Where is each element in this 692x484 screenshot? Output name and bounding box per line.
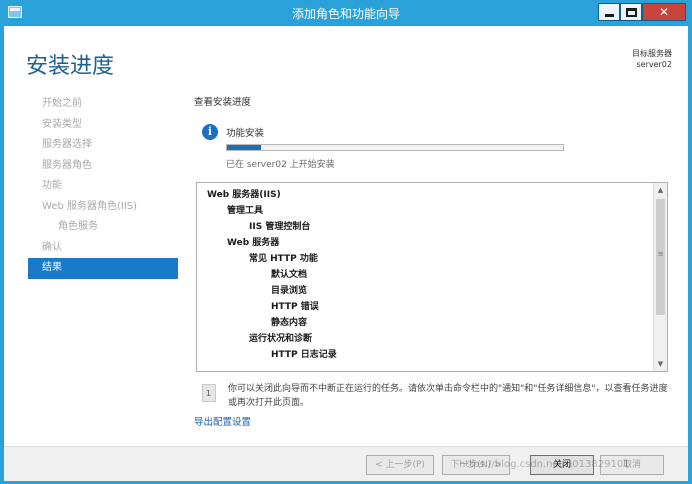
progress-fill [227,145,261,150]
nav-item-server-roles: 服务器角色 [42,159,92,171]
install-status-text: 已在 server02 上开始安装 [226,160,335,170]
info-icon: i [202,124,218,140]
tree-item: 默认文档 [271,270,308,280]
export-configuration-link[interactable]: 导出配置设置 [194,414,251,428]
notification-flag-icon [202,384,216,402]
previous-button[interactable]: < 上一步(P) [366,455,434,475]
tree-item: 管理工具 [227,206,264,216]
tree-item: HTTP 日志记录 [271,350,337,360]
window-title: 添加角色和功能向导 [291,7,400,21]
nav-item-installation-type: 安装类型 [42,118,82,130]
nav-item-server-selection: 服务器选择 [42,139,92,150]
nav-item-confirmation: 确认 [42,241,62,253]
tree-item: 常见 HTTP 功能 [249,254,318,264]
tree-item: IIS 管理控制台 [249,222,311,232]
scroll-thumb[interactable]: ≡ [656,199,665,315]
target-server-name: server02 [636,60,672,69]
maximize-icon [626,8,637,17]
nav-item-features: 功能 [42,180,62,191]
target-server-label: 目标服务器 [632,49,672,58]
scroll-up-icon[interactable]: ▲ [654,183,667,197]
minimize-button[interactable] [598,3,620,21]
watermark-text: https://blog.csdn.net/u013829101 [459,459,630,470]
title-bar[interactable]: 添加角色和功能向导 ✕ [0,0,692,26]
tree-item: Web 服务器(IIS) [207,190,281,200]
wizard-footer: < 上一步(P) 下一步(N) > 关闭 取消 https://blog.csd… [4,446,688,481]
minimize-icon [605,14,614,17]
wizard-client-area: 安装进度 目标服务器 server02 开始之前 安装类型 服务器选择 服务器角… [4,26,688,481]
results-scrollbar[interactable]: ▲ ≡ ▼ [653,183,667,371]
tree-item: HTTP 错误 [271,302,319,312]
feature-install-label: 功能安装 [226,128,265,139]
maximize-button[interactable] [620,3,642,21]
section-heading: 查看安装进度 [194,97,252,108]
grip-icon: ≡ [657,250,664,258]
scroll-down-icon[interactable]: ▼ [654,357,667,371]
nav-item-web-server-role: Web 服务器角色(IIS) [42,200,138,212]
nav-item-role-services: 角色服务 [58,221,98,232]
close-icon: ✕ [658,5,670,19]
wizard-window: 添加角色和功能向导 ✕ 安装进度 目标服务器 server02 开始之前 安装类… [0,0,692,484]
tree-item: 目录浏览 [271,286,308,296]
results-list[interactable]: Web 服务器(IIS) 管理工具 IIS 管理控制台 Web 服务器 常见 H… [196,182,668,372]
page-title: 安装进度 [26,54,115,79]
tree-item: 静态内容 [271,318,308,328]
tree-item: Web 服务器 [227,238,280,248]
nav-item-results[interactable]: 结果 [28,258,178,279]
info-note: 你可以关闭此向导而不中断正在运行的任务。请依次单击命令栏中的"通知"和"任务详细… [228,384,668,408]
close-window-button[interactable]: ✕ [642,3,686,21]
install-progress-bar [226,144,564,151]
nav-item-before-you-begin: 开始之前 [42,98,82,109]
wizard-nav: 开始之前 安装类型 服务器选择 服务器角色 功能 Web 服务器角色(IIS) … [28,94,178,279]
tree-item: 运行状况和诊断 [249,334,313,344]
